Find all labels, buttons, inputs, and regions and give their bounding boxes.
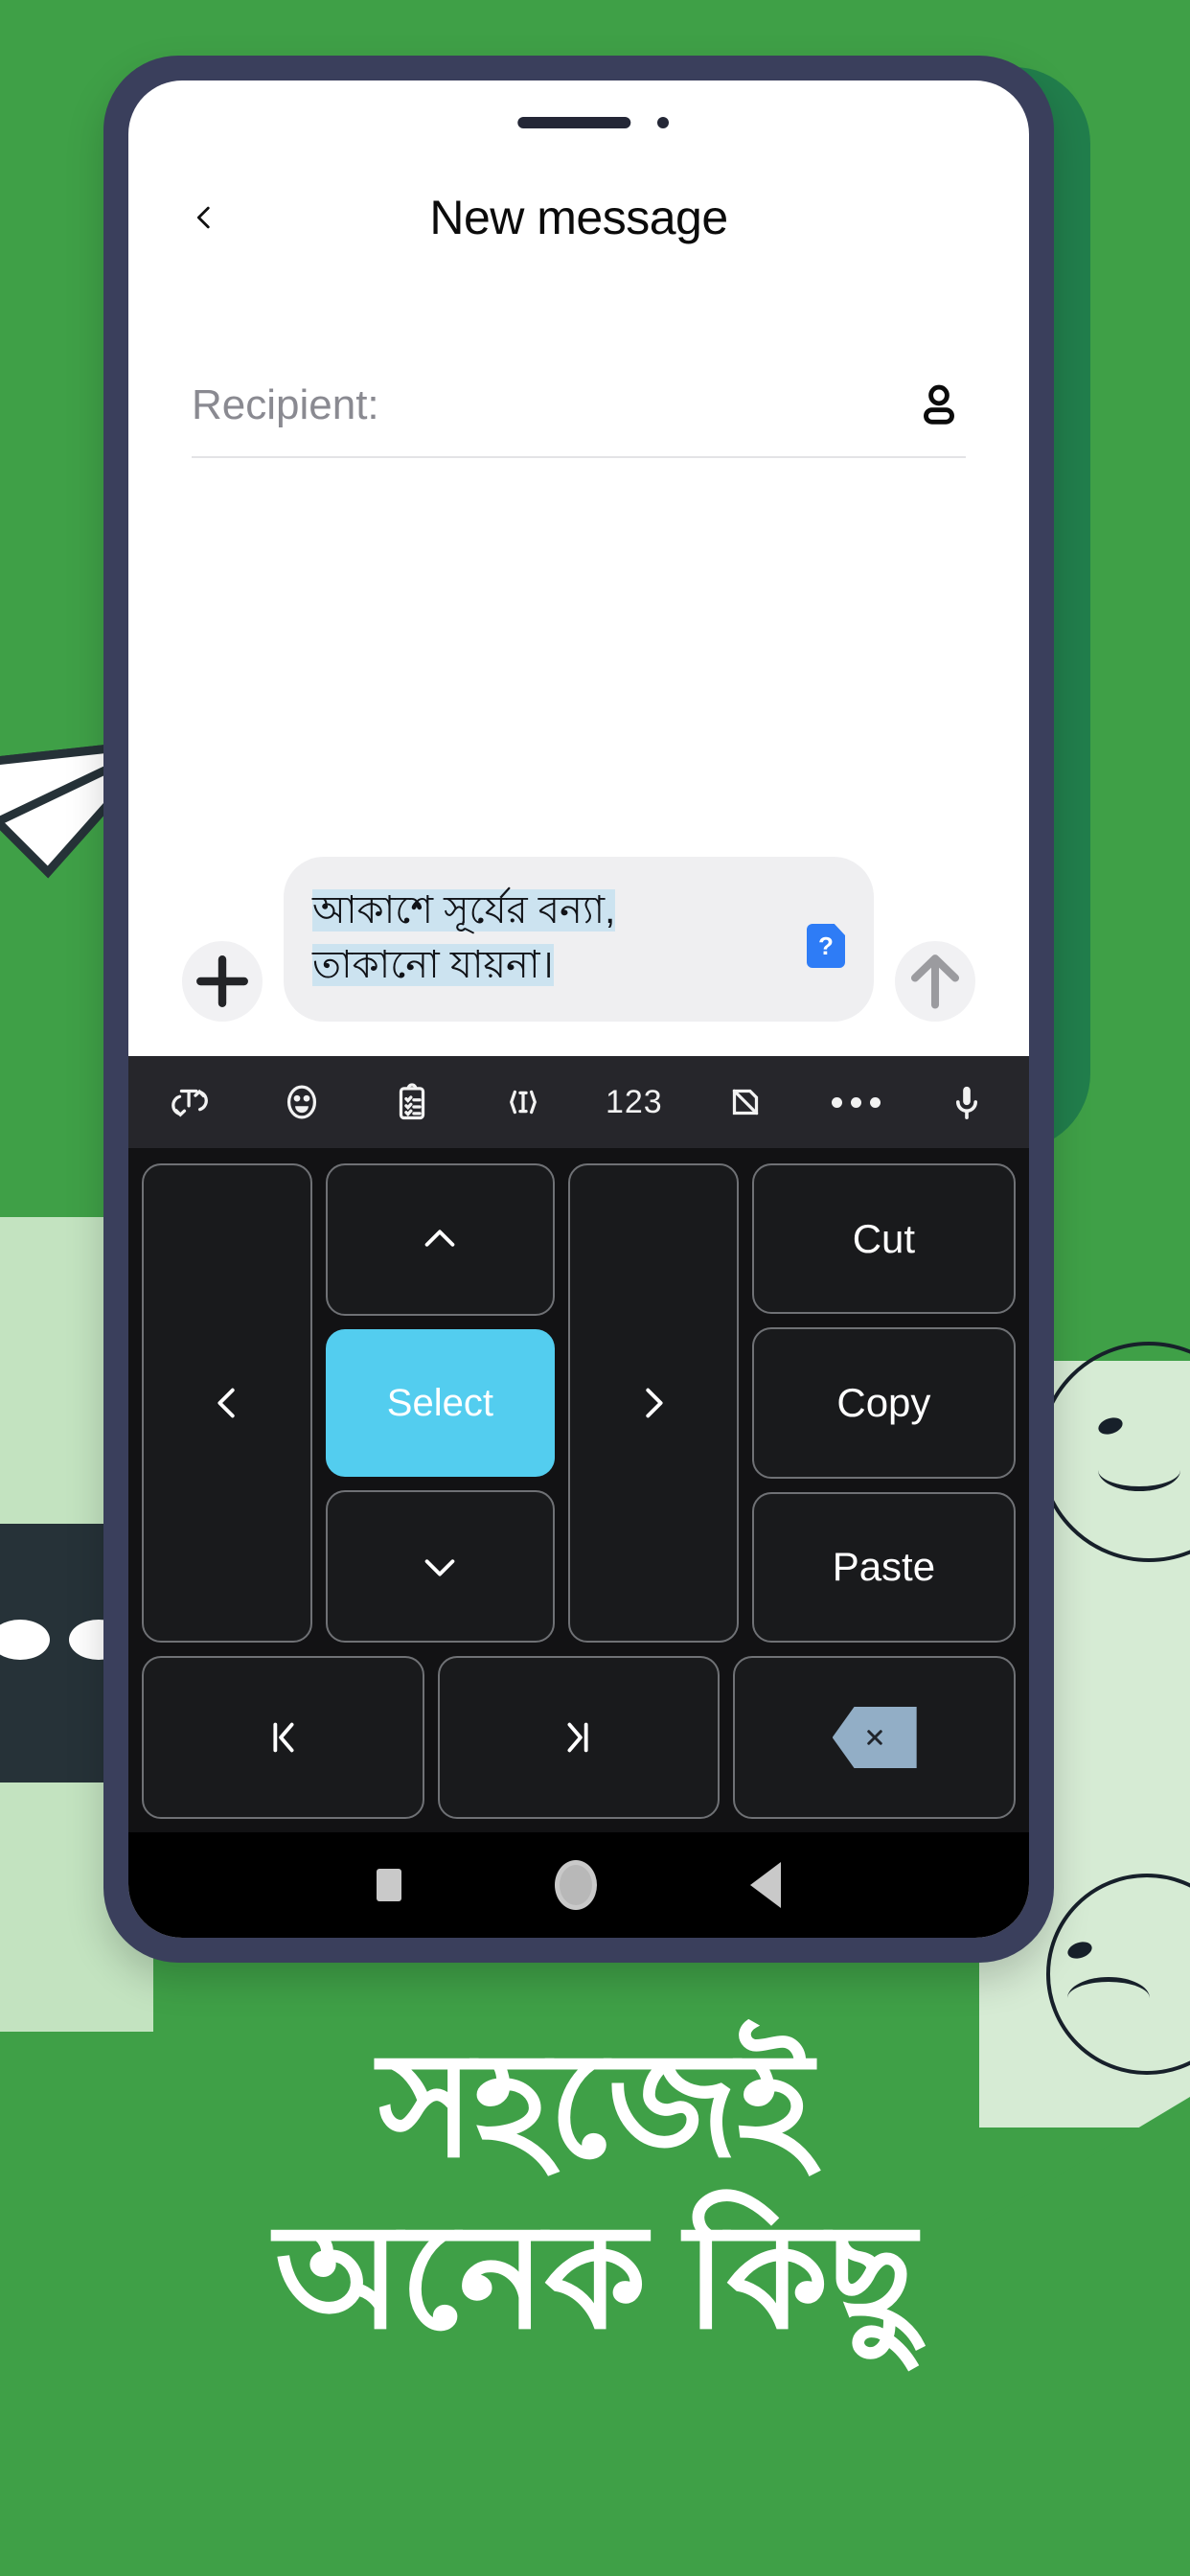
- person-icon[interactable]: [912, 379, 966, 432]
- smiley-face-icon: [1039, 1342, 1190, 1562]
- headline-line-2: অনেক কিছু: [275, 2196, 916, 2359]
- emoji-icon[interactable]: [272, 1072, 332, 1132]
- recipient-field[interactable]: Recipient:: [192, 355, 966, 458]
- keyboard: 123 Select Cut Copy Paste: [128, 1056, 1029, 1832]
- earpiece-speaker: [517, 117, 631, 128]
- backspace-key[interactable]: [733, 1656, 1016, 1819]
- copy-key-label: Copy: [836, 1379, 931, 1425]
- app-header: New message: [128, 161, 1029, 274]
- back-button[interactable]: [172, 186, 236, 249]
- backspace-icon: [832, 1707, 917, 1768]
- send-button[interactable]: [895, 941, 975, 1022]
- keyboard-cursor-panel: Select Cut Copy Paste: [128, 1148, 1029, 1832]
- paste-key[interactable]: Paste: [751, 1491, 1016, 1643]
- circle-home-icon[interactable]: [555, 1860, 597, 1910]
- more-icon[interactable]: [826, 1072, 885, 1132]
- headline-line-1: সহজেই: [378, 2024, 812, 2187]
- cursor-left-key[interactable]: [142, 1163, 312, 1643]
- message-text-line-2: তাকানো যায়না।: [312, 944, 554, 986]
- text-rotate-icon[interactable]: [161, 1072, 220, 1132]
- message-composer: আকাশে সূর্যের বন্যা, তাকানো যায়না। ?: [128, 857, 1029, 1056]
- cursor-down-key[interactable]: [325, 1490, 556, 1644]
- clipboard-icon[interactable]: [382, 1072, 442, 1132]
- phone-mockup: New message Recipient: আকাশে সূর্যের বন্…: [103, 56, 1054, 1963]
- phone-screen: New message Recipient: আকাশে সূর্যের বন্…: [128, 80, 1029, 1938]
- recipient-placeholder: Recipient:: [192, 381, 379, 428]
- keyboard-middle-column: Select: [325, 1163, 556, 1644]
- text-cursor-icon[interactable]: [493, 1072, 553, 1132]
- keyboard-bottom-row: [142, 1656, 1016, 1819]
- select-key[interactable]: Select: [325, 1328, 556, 1478]
- attach-button[interactable]: [182, 941, 263, 1022]
- jump-to-end-key[interactable]: [437, 1656, 721, 1819]
- jump-to-end-icon: [567, 1722, 588, 1753]
- android-navigation-bar: [128, 1832, 1029, 1938]
- sticker-off-icon[interactable]: [716, 1072, 775, 1132]
- numbers-icon[interactable]: 123: [605, 1072, 664, 1132]
- cursor-right-key[interactable]: [568, 1163, 739, 1643]
- message-text-line-1: আকাশে সূর্যের বন্যা,: [312, 889, 616, 932]
- phone-notch: [128, 80, 1029, 161]
- square-recents-icon[interactable]: [377, 1869, 401, 1901]
- plus-icon: [196, 955, 248, 1007]
- chevron-up-icon: [425, 1230, 455, 1247]
- select-key-label: Select: [386, 1381, 493, 1424]
- keyboard-left-column: [142, 1163, 312, 1643]
- front-camera-icon: [657, 117, 669, 128]
- paste-key-label: Paste: [832, 1544, 936, 1590]
- cut-key-label: Cut: [852, 1215, 916, 1261]
- promo-headline: সহজেই অনেক কিছু: [0, 2020, 1190, 2364]
- chevron-left-icon: [217, 1388, 235, 1418]
- keyboard-toolbar: 123: [128, 1056, 1029, 1148]
- keyboard-cursor-grid: Select Cut Copy Paste: [142, 1163, 1016, 1644]
- microphone-icon[interactable]: [937, 1072, 996, 1132]
- copy-key[interactable]: Copy: [751, 1327, 1016, 1479]
- message-input-bubble[interactable]: আকাশে সূর্যের বন্যা, তাকানো যায়না। ?: [284, 857, 874, 1022]
- keyboard-right-column: [568, 1163, 739, 1643]
- message-thread: [128, 458, 1029, 857]
- jump-to-start-icon: [273, 1722, 294, 1753]
- arrow-up-icon: [910, 954, 960, 1009]
- chevron-right-icon: [646, 1388, 663, 1418]
- jump-to-start-key[interactable]: [142, 1656, 424, 1819]
- triangle-back-icon[interactable]: [750, 1862, 781, 1908]
- page-title: New message: [429, 191, 728, 244]
- message-text: আকাশে সূর্যের বন্যা, তাকানো যায়না।: [312, 884, 616, 993]
- sim-card-icon[interactable]: ?: [807, 924, 845, 968]
- sim-badge-label: ?: [818, 931, 834, 960]
- chevron-left-icon: [196, 206, 210, 229]
- keyboard-clipboard-column: Cut Copy Paste: [751, 1163, 1016, 1643]
- cursor-up-key[interactable]: [325, 1163, 556, 1316]
- chevron-down-icon: [425, 1559, 455, 1576]
- cut-key[interactable]: Cut: [751, 1163, 1016, 1315]
- numbers-label: 123: [605, 1083, 663, 1120]
